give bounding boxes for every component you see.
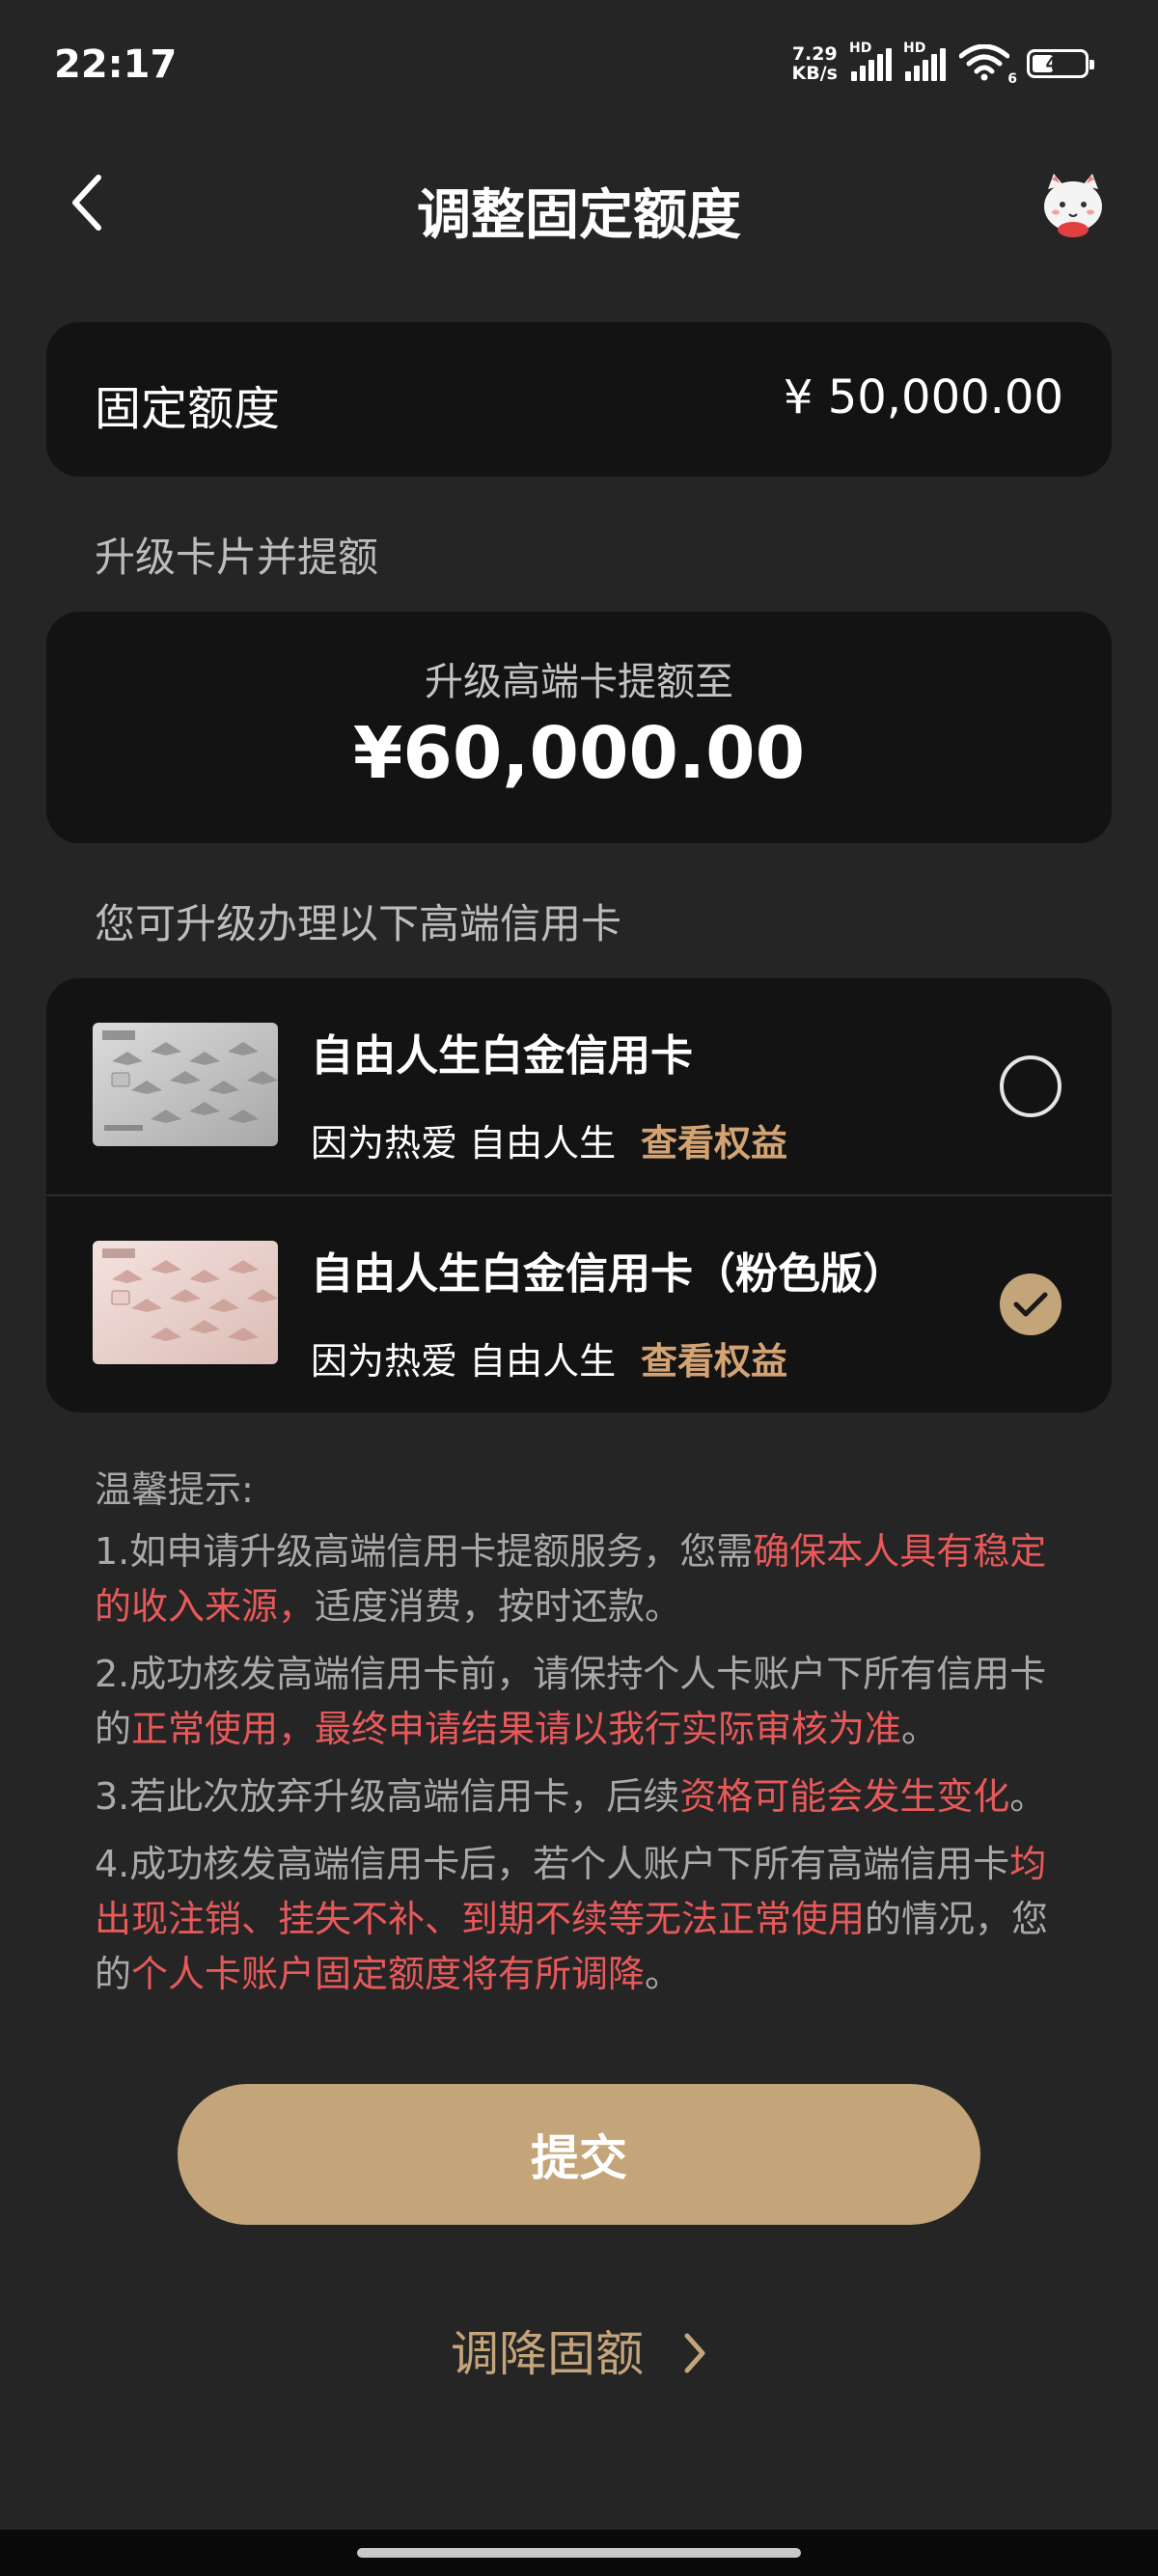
tips-title: 温馨提示:: [95, 1468, 254, 1511]
card-option-name: 自由人生白金信用卡（粉色版）: [311, 1249, 905, 1299]
cards-section-label: 您可升级办理以下高端信用卡: [95, 900, 622, 947]
tips-section: 温馨提示: 1.如申请升级高端信用卡提额服务，您需确保本人具有稳定的收入来源，适…: [95, 1459, 1060, 2014]
view-benefits-link[interactable]: 查看权益: [641, 1331, 787, 1384]
signal-hd-label: HD: [849, 41, 872, 56]
fixed-limit-value: ¥ 50,000.00: [783, 370, 1063, 425]
card-option[interactable]: 自由人生白金信用卡（粉色版） 因为热爱 自由人生 查看权益: [46, 1196, 1112, 1412]
status-bar: 22:17 7.29 KB/s HD HD 6 41: [0, 0, 1158, 125]
home-indicator[interactable]: [357, 2548, 801, 2558]
view-benefits-link[interactable]: 查看权益: [641, 1113, 787, 1166]
fixed-limit-card: 固定额度 ¥ 50,000.00: [46, 322, 1112, 477]
network-speed-unit: KB/s: [791, 63, 838, 84]
card-image-silver: [93, 1023, 278, 1146]
cat-mascot-icon[interactable]: [1034, 166, 1112, 243]
status-time: 22:17: [54, 42, 178, 87]
tip-text: 。: [1009, 1775, 1047, 1818]
signal-icon: HD: [903, 41, 946, 81]
tip-text: 适度消费，按时还款。: [315, 1585, 682, 1628]
card-image-pink: [93, 1241, 278, 1364]
battery-icon: 41: [1027, 49, 1094, 78]
tip-item: 2.成功核发高端信用卡前，请保持个人卡账户下所有信用卡的正常使用，最终申请结果请…: [95, 1647, 1060, 1757]
card-option[interactable]: 自由人生白金信用卡 因为热爱 自由人生 查看权益: [46, 978, 1112, 1194]
check-circle-icon[interactable]: [1000, 1274, 1062, 1335]
radio-unchecked-icon[interactable]: [1000, 1055, 1062, 1117]
nav-bar: 调整固定额度: [0, 145, 1158, 260]
tip-text: 1.如申请升级高端信用卡提额服务，您需: [95, 1530, 754, 1573]
tip-text: 。: [901, 1708, 939, 1750]
lower-limit-link[interactable]: 调降固额: [0, 2316, 1158, 2386]
status-icons: 7.29 KB/s HD HD 6 41: [792, 41, 1094, 87]
tip-item: 3.若此次放弃升级高端信用卡，后续资格可能会发生变化。: [95, 1769, 1060, 1824]
fixed-limit-label: 固定额度: [95, 382, 281, 436]
tip-item: 4.成功核发高端信用卡后，若个人账户下所有高端信用卡均出现注销、挂失不补、到期不…: [95, 1837, 1060, 2002]
tip-text: 4.成功核发高端信用卡后，若个人账户下所有高端信用卡: [95, 1843, 1010, 1885]
tip-highlight: 个人卡账户固定额度将有所调降: [131, 1953, 646, 1995]
tip-text: 。: [645, 1953, 682, 1995]
tip-highlight: 正常使用，最终申请结果请以我行实际审核为准: [131, 1708, 902, 1750]
submit-button[interactable]: 提交: [178, 2084, 980, 2225]
upgrade-subtitle: 升级高端卡提额至: [425, 660, 733, 704]
upgrade-amount-card: 升级高端卡提额至 ¥60,000.00: [46, 612, 1112, 843]
card-options-list: 自由人生白金信用卡 因为热爱 自由人生 查看权益 自由人生白金信用卡（粉色版） …: [46, 978, 1112, 1412]
signal-icon: HD: [849, 41, 892, 81]
tip-item: 1.如申请升级高端信用卡提额服务，您需确保本人具有稳定的收入来源，适度消费，按时…: [95, 1524, 1060, 1634]
tip-highlight: 资格可能会发生变化: [679, 1775, 1010, 1818]
card-option-desc: 因为热爱 自由人生: [311, 1122, 617, 1165]
upgrade-amount: ¥60,000.00: [352, 712, 806, 795]
network-speed-value: 7.29: [791, 43, 838, 65]
chevron-right-icon: [682, 2330, 707, 2386]
card-option-name: 自由人生白金信用卡: [311, 1031, 693, 1081]
card-option-desc: 因为热爱 自由人生: [311, 1340, 617, 1383]
signal-hd-label: HD: [903, 41, 926, 56]
lower-limit-label: 调降固额: [451, 2326, 645, 2382]
battery-label: 41: [1045, 53, 1070, 74]
upgrade-section-label: 升级卡片并提额: [95, 534, 379, 581]
page-title: 调整固定额度: [417, 184, 741, 247]
wifi-label: 6: [1007, 71, 1017, 87]
wifi-icon: 6: [958, 43, 1017, 87]
network-speed: 7.29 KB/s: [792, 44, 838, 83]
tip-text: 3.若此次放弃升级高端信用卡，后续: [95, 1775, 680, 1818]
